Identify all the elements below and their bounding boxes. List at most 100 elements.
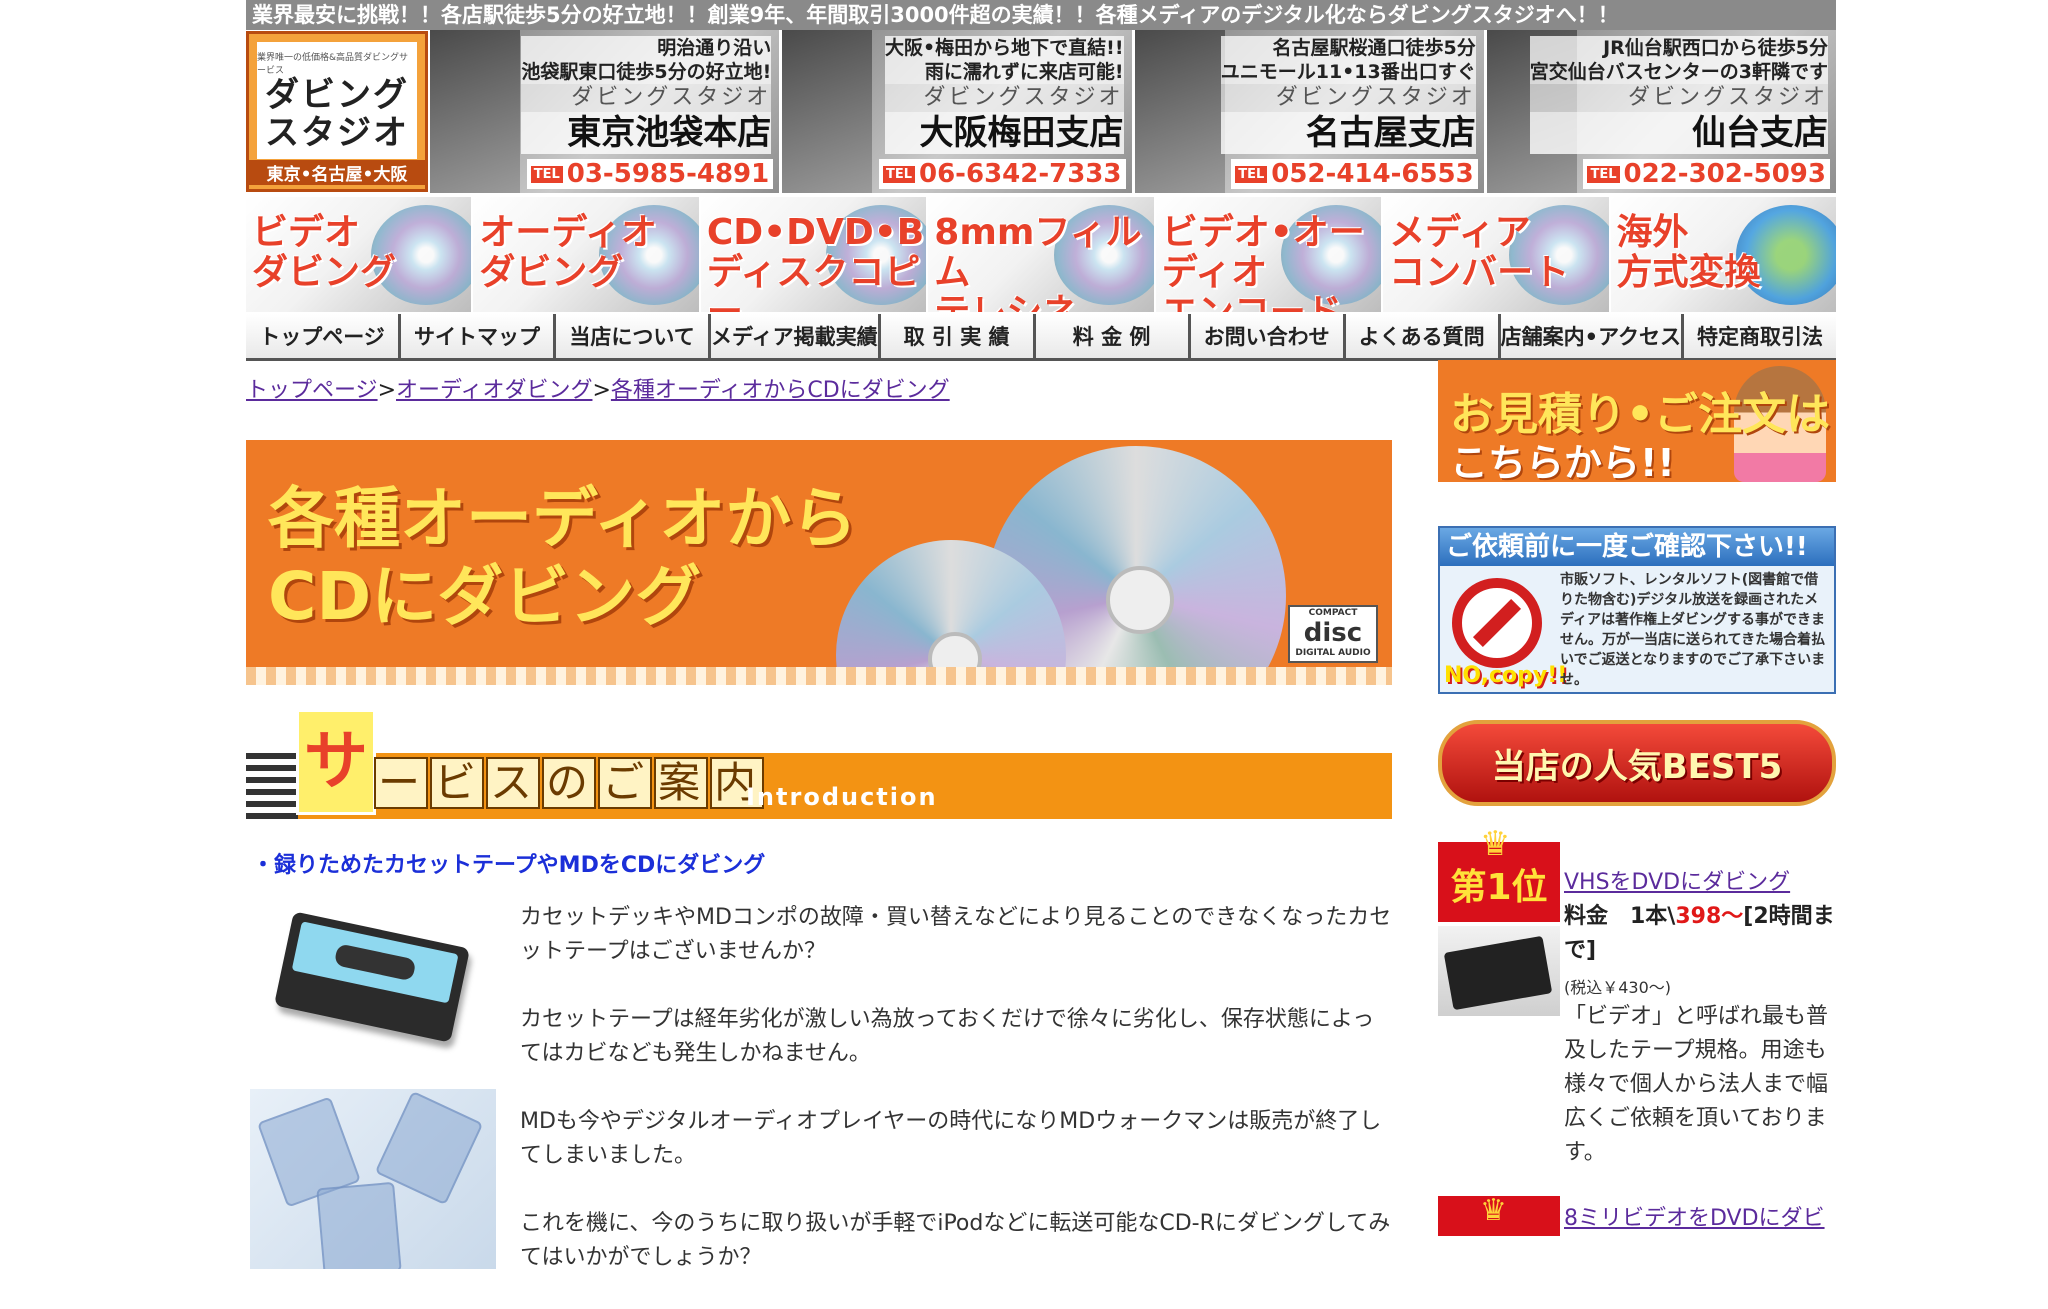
breadcrumb-sep: >	[592, 378, 611, 403]
heading-char: ご	[598, 757, 653, 809]
service-label: 海外 方式変換	[1616, 212, 1761, 293]
tel-tag: TEL	[1587, 166, 1620, 183]
tel-tag: TEL	[1235, 166, 1268, 183]
tel-number: 06-6342-7333	[919, 159, 1122, 189]
breadcrumb-category[interactable]: オーディオダビング	[396, 378, 592, 403]
nav-faq[interactable]: よくある質問	[1345, 314, 1501, 358]
rank-badge	[1438, 1196, 1560, 1236]
nav-access[interactable]: 店舗案内•アクセス	[1500, 314, 1685, 358]
branch-sendai[interactable]: JR仙台駅西口から徒歩5分 宮交仙台バスセンターの3軒隣です ダビングスタジオ …	[1486, 30, 1836, 193]
section-heading-first: サ	[296, 709, 376, 815]
logo-sub: 業界唯一の低価格&高品質ダビングサービス	[257, 52, 409, 76]
breadcrumb-current[interactable]: 各種オーディオからCDにダビング	[611, 378, 950, 403]
branch-studio: ダビングスタジオ	[521, 84, 772, 112]
logo-name-1: ダビング	[265, 74, 409, 115]
md-discs-image	[250, 1089, 496, 1269]
branch-line2: 宮交仙台バスセンターの3軒隣です	[1529, 60, 1828, 84]
site-logo[interactable]: 業界唯一の低価格&高品質ダビングサービス ダビング スタジオ 東京•名古屋•大阪	[246, 31, 428, 192]
service-label: オーディオ ダビング	[479, 212, 657, 293]
sidebar: お見積り•ご注文は こちらから!! ご依頼前に一度ご確認下さい!! NO,cop…	[1438, 360, 1836, 1236]
cd-logo-bottom: DIGITAL AUDIO	[1295, 648, 1371, 658]
vhs-thumbnail	[1438, 926, 1560, 1016]
rank1-price: 料金 1本\398〜[2時間まで]	[1564, 900, 1840, 968]
paragraph: カセットデッキやMDコンポの故障・買い替えなどにより見ることのできなくなったカセ…	[520, 905, 1392, 964]
no-copy-heading: ご依頼前に一度ご確認下さい!!	[1440, 528, 1834, 566]
rank-badge: 第1位	[1438, 824, 1560, 922]
rank1-desc: 「ビデオ」と呼ばれ最も普及したテープ規格。用途も様々で個人から法人まで幅広くご依…	[1564, 1004, 1829, 1165]
rank2-link[interactable]: 8ミリビデオをDVDにダビ	[1564, 1200, 1825, 1232]
service-media-convert[interactable]: メディア コンバート	[1383, 197, 1609, 312]
tel-number: 03-5985-4891	[566, 159, 770, 189]
service-8mm-telecine[interactable]: 8mmフィルム テレシネ	[928, 197, 1154, 313]
paragraph: カセットテープは経年劣化が激しい為放っておくだけで徐々に劣化し、保存状態によって…	[520, 1007, 1375, 1066]
rank1-link[interactable]: VHSをDVDにダビング	[1564, 870, 1790, 895]
branch-line1: 明治通り沿い	[521, 36, 772, 60]
heading-char: 案	[654, 757, 709, 809]
main-column: トップページ>オーディオダビング>各種オーディオからCDにダビング 各種オーディ…	[246, 372, 1392, 1309]
nav-about[interactable]: 当店について	[556, 314, 712, 358]
branch-name: 大阪梅田支店	[885, 112, 1124, 154]
branch-name: 仙台支店	[1529, 112, 1828, 154]
hero-title: 各種オーディオから CDにダビング	[268, 480, 857, 636]
rank-item-1: 第1位 VHSをDVDにダビング 料金 1本\398〜[2時間まで] (税込￥4…	[1438, 824, 1836, 1190]
branch-photo	[782, 30, 873, 193]
branch-line1: JR仙台駅西口から徒歩5分	[1529, 36, 1828, 60]
branch-line1: 名古屋駅桜通口徒歩5分	[1220, 36, 1476, 60]
breadcrumb-sep: >	[377, 378, 396, 403]
nav-results[interactable]: 取 引 実 績	[880, 314, 1036, 358]
order-banner[interactable]: お見積り•ご注文は こちらから!!	[1438, 360, 1836, 482]
branch-tel: TEL 06-6342-7333	[878, 159, 1126, 189]
main-nav: トップページ サイトマップ 当店について メディア掲載実績 取 引 実 績 料 …	[246, 314, 1837, 361]
section-heading: サ ービスのご案内 Introduction	[246, 709, 1392, 819]
nav-pricing[interactable]: 料 金 例	[1035, 314, 1191, 358]
hero-title-line1: 各種オーディオから	[268, 480, 858, 557]
service-encode[interactable]: ビデオ•オーディオ エンコード	[1155, 197, 1382, 313]
prohibited-icon	[1452, 578, 1542, 668]
hero-banner: 各種オーディオから CDにダビング COMPACT disc DIGITAL A…	[246, 440, 1392, 685]
hero-title-line2: CDにダビング	[268, 558, 702, 635]
service-disc-copy[interactable]: CD•DVD•BD ディスクコピー	[700, 197, 927, 312]
hero-stripe	[246, 667, 1392, 685]
lead-text: ・録りためたカセットテープやMDをCDにダビング	[252, 853, 766, 878]
heading-char: の	[542, 757, 597, 809]
tel-number: 052-414-6553	[1271, 159, 1474, 189]
branch-ikebukuro[interactable]: 明治通り沿い 池袋駅東口徒歩5分の好立地! ダビングスタジオ 東京池袋本店 TE…	[430, 30, 780, 193]
service-video-dubbing[interactable]: ビデオ ダビング	[246, 197, 472, 312]
logo-cities: 東京•名古屋•大阪	[249, 160, 425, 185]
heading-char: ー	[374, 757, 429, 809]
no-copy-body: 市販ソフト、レンタルソフト(図書館で借りた物含む)デジタル放送を録画されたメディ…	[1560, 572, 1826, 688]
branch-umeda[interactable]: 大阪•梅田から地下で直結!! 雨に濡れずに来店可能! ダビングスタジオ 大阪梅田…	[782, 30, 1132, 193]
service-label: ビデオ ダビング	[252, 212, 397, 293]
branch-name: 東京池袋本店	[521, 112, 772, 154]
service-format-convert[interactable]: 海外 方式変換	[1610, 197, 1836, 312]
section-heading-en: Introduction	[746, 783, 938, 811]
service-label: メディア コンバート	[1389, 212, 1570, 293]
heading-char: ビ	[430, 757, 485, 809]
no-copy-badge: NO,copy!!	[1444, 663, 1568, 688]
service-audio-dubbing[interactable]: オーディオ ダビング	[473, 197, 699, 312]
branch-nagoya[interactable]: 名古屋駅桜通口徒歩5分 ユニモール11•13番出口すぐ ダビングスタジオ 名古屋…	[1134, 30, 1484, 193]
branch-line2: 池袋駅東口徒歩5分の好立地!	[521, 60, 772, 84]
nav-media[interactable]: メディア掲載実績	[711, 314, 881, 358]
section-heading-rest: ービスのご案内	[374, 757, 766, 809]
best5-heading: 当店の人気BEST5	[1438, 720, 1836, 806]
nav-sitemap[interactable]: サイトマップ	[401, 314, 557, 358]
tel-tag: TEL	[882, 166, 915, 183]
nav-contact[interactable]: お問い合わせ	[1190, 314, 1346, 358]
service-text: カセットデッキやMDコンポの故障・買い替えなどにより見ることのできなくなったカセ…	[520, 901, 1392, 1275]
nav-top[interactable]: トップページ	[246, 314, 402, 358]
branch-studio: ダビングスタジオ	[1529, 84, 1828, 112]
breadcrumb: トップページ>オーディオダビング>各種オーディオからCDにダビング	[246, 372, 1392, 408]
rank1-tax: (税込￥430〜)	[1564, 978, 1672, 997]
branch-tel: TEL 03-5985-4891	[526, 159, 774, 189]
branch-studio: ダビングスタジオ	[885, 84, 1124, 112]
service-label: ビデオ•オーディオ エンコード	[1161, 212, 1365, 313]
nav-legal[interactable]: 特定商取引法	[1684, 314, 1837, 358]
paragraph: これを機に、今のうちに取り扱いが手軽でiPodなどに転送可能なCD-Rにダビング…	[520, 1211, 1391, 1270]
heading-char: ス	[486, 757, 541, 809]
service-label: 8mmフィルム テレシネ	[934, 212, 1142, 313]
service-tiles: ビデオ ダビング オーディオ ダビング CD•DVD•BD ディスクコピー 8m…	[246, 197, 1836, 312]
branch-studio: ダビングスタジオ	[1220, 84, 1476, 112]
breadcrumb-home[interactable]: トップページ	[246, 378, 378, 403]
price-prefix: 料金 1本\	[1564, 904, 1676, 929]
